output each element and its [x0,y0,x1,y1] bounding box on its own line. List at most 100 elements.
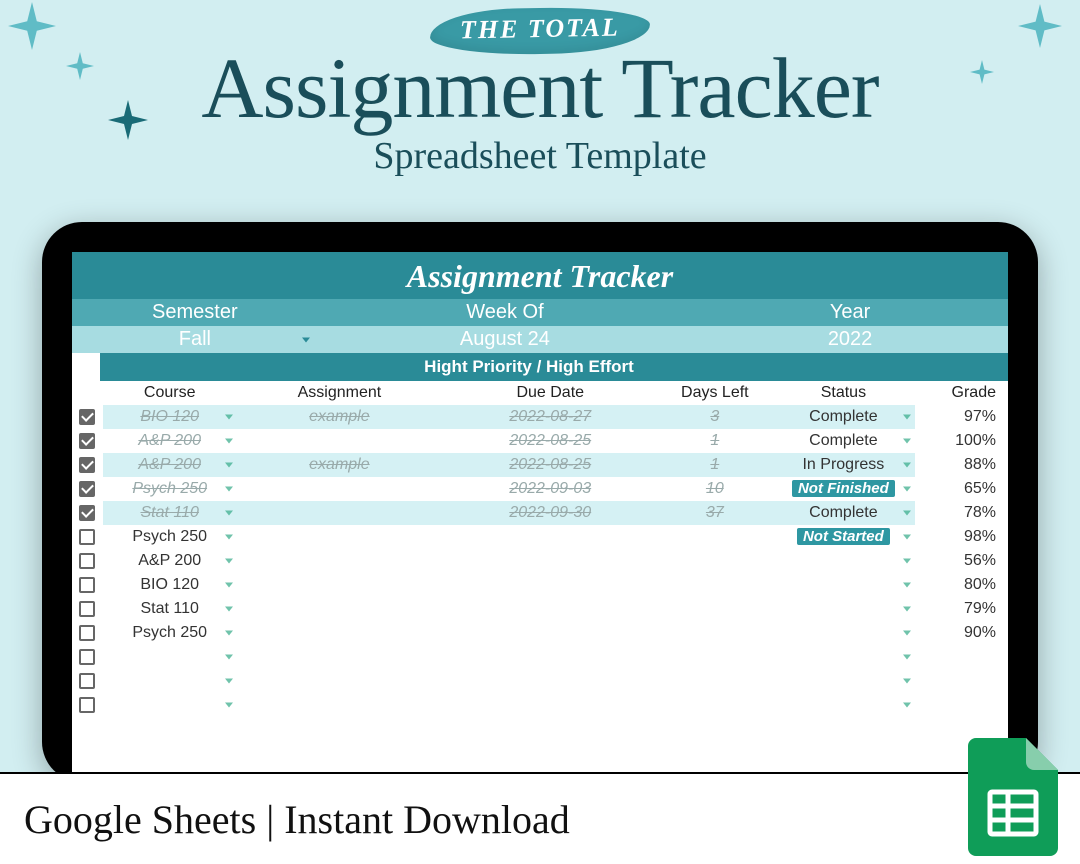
row-checkbox[interactable] [79,433,95,449]
days-left-cell[interactable]: 3 [658,405,771,429]
due-date-cell[interactable]: 2022-09-30 [442,501,658,525]
row-checkbox[interactable] [79,649,95,665]
course-cell[interactable]: Psych 250 [103,621,237,645]
days-left-cell[interactable] [658,549,771,573]
year-select[interactable]: 2022 [692,326,1008,353]
days-left-cell[interactable]: 10 [658,477,771,501]
status-cell[interactable] [771,693,915,717]
row-checkbox[interactable] [79,409,95,425]
row-checkbox[interactable] [79,697,95,713]
assignment-cell[interactable] [237,501,443,525]
grade-cell[interactable] [915,669,1008,693]
assignment-cell[interactable] [237,549,443,573]
status-cell[interactable] [771,597,915,621]
assignment-cell[interactable]: example [237,405,443,429]
due-date-cell[interactable]: 2022-08-25 [442,453,658,477]
grade-cell[interactable]: 88% [915,453,1008,477]
grade-cell[interactable]: 79% [915,597,1008,621]
due-date-cell[interactable] [442,549,658,573]
table-row [72,645,1008,669]
due-date-cell[interactable] [442,621,658,645]
course-cell[interactable]: A&P 200 [103,429,237,453]
course-cell[interactable]: BIO 120 [103,573,237,597]
days-left-cell[interactable]: 1 [658,429,771,453]
assignment-cell[interactable]: example [237,453,443,477]
status-cell[interactable]: Not Started [771,525,915,549]
status-cell[interactable]: Complete [771,429,915,453]
assignment-cell[interactable] [237,669,443,693]
status-cell[interactable] [771,669,915,693]
row-checkbox[interactable] [79,553,95,569]
chevron-down-icon [903,583,911,588]
course-cell[interactable]: A&P 200 [103,549,237,573]
assignment-cell[interactable] [237,621,443,645]
assignment-cell[interactable] [237,573,443,597]
days-left-cell[interactable] [658,645,771,669]
status-cell[interactable] [771,621,915,645]
grade-cell[interactable]: 65% [915,477,1008,501]
status-cell[interactable] [771,573,915,597]
chevron-down-icon [903,487,911,492]
row-checkbox[interactable] [79,577,95,593]
due-date-cell[interactable] [442,645,658,669]
status-cell[interactable]: In Progress [771,453,915,477]
days-left-cell[interactable]: 37 [658,501,771,525]
grade-cell[interactable]: 97% [915,405,1008,429]
days-left-cell[interactable]: 1 [658,453,771,477]
grade-cell[interactable]: 90% [915,621,1008,645]
due-date-cell[interactable]: 2022-08-25 [442,429,658,453]
grade-cell[interactable]: 98% [915,525,1008,549]
meta-header-week: Week Of [318,299,692,326]
course-cell[interactable] [103,693,237,717]
assignment-cell[interactable] [237,645,443,669]
course-cell[interactable]: Stat 110 [103,597,237,621]
assignment-cell[interactable] [237,597,443,621]
course-cell[interactable]: Psych 250 [103,525,237,549]
semester-select[interactable]: Fall [72,326,318,353]
due-date-cell[interactable] [442,669,658,693]
course-cell[interactable]: BIO 120 [103,405,237,429]
row-checkbox[interactable] [79,457,95,473]
assignment-cell[interactable] [237,429,443,453]
year-value: 2022 [828,328,873,350]
days-left-cell[interactable] [658,693,771,717]
grade-cell[interactable]: 78% [915,501,1008,525]
week-select[interactable]: August 24 [318,326,692,353]
course-cell[interactable]: A&P 200 [103,453,237,477]
due-date-cell[interactable] [442,693,658,717]
grade-cell[interactable]: 80% [915,573,1008,597]
due-date-cell[interactable] [442,597,658,621]
due-date-cell[interactable]: 2022-09-03 [442,477,658,501]
row-checkbox[interactable] [79,601,95,617]
days-left-cell[interactable] [658,621,771,645]
course-cell[interactable] [103,669,237,693]
row-checkbox[interactable] [79,505,95,521]
due-date-cell[interactable] [442,525,658,549]
status-cell[interactable]: Complete [771,405,915,429]
course-cell[interactable] [103,645,237,669]
days-left-cell[interactable] [658,669,771,693]
assignment-cell[interactable] [237,477,443,501]
grade-cell[interactable] [915,645,1008,669]
assignment-cell[interactable] [237,525,443,549]
days-left-cell[interactable] [658,525,771,549]
row-checkbox[interactable] [79,625,95,641]
row-checkbox[interactable] [79,481,95,497]
assignment-cell[interactable] [237,693,443,717]
course-cell[interactable]: Psych 250 [103,477,237,501]
days-left-cell[interactable] [658,597,771,621]
grade-cell[interactable]: 56% [915,549,1008,573]
course-cell[interactable]: Stat 110 [103,501,237,525]
status-cell[interactable] [771,645,915,669]
grade-cell[interactable] [915,693,1008,717]
status-cell[interactable]: Not Finished [771,477,915,501]
status-cell[interactable]: Complete [771,501,915,525]
days-left-cell[interactable] [658,573,771,597]
table-row: A&P 200 56% [72,549,1008,573]
due-date-cell[interactable]: 2022-08-27 [442,405,658,429]
due-date-cell[interactable] [442,573,658,597]
row-checkbox[interactable] [79,529,95,545]
row-checkbox[interactable] [79,673,95,689]
grade-cell[interactable]: 100% [915,429,1008,453]
status-cell[interactable] [771,549,915,573]
